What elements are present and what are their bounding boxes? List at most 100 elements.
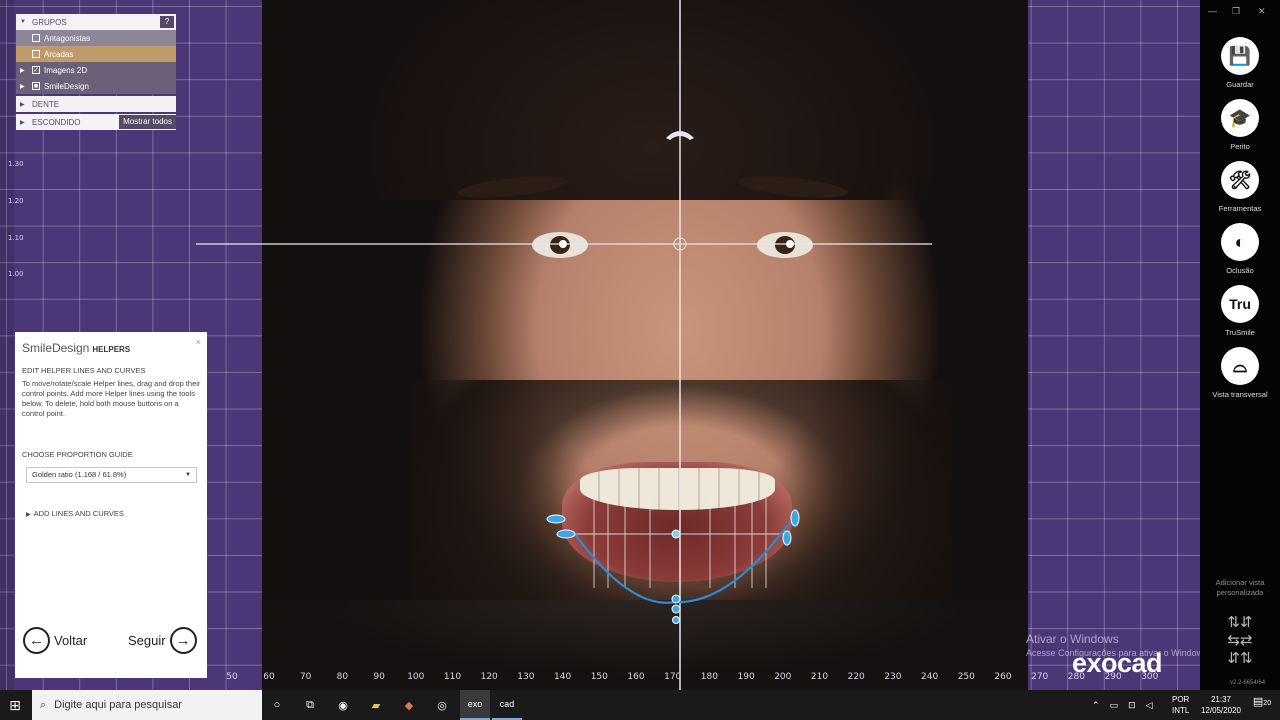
search-placeholder: Digite aqui para pesquisar [54, 699, 182, 711]
windows-taskbar: ⊞ ⌕ Digite aqui para pesquisar ○ ⧉ ◉ ▰ ◆… [0, 690, 1280, 720]
tool-oclusão[interactable]: ◐ Oclusão [1200, 223, 1280, 275]
chrome-icon[interactable]: ◉ [333, 695, 353, 715]
app-icon[interactable]: ◆ [399, 695, 419, 715]
tool-label: Vista transversal [1212, 390, 1268, 399]
ruler-tick-label: 90 [373, 672, 385, 682]
photo-eye-right [757, 232, 813, 258]
expand-arrow-icon: ▶ [20, 101, 25, 108]
pupil-point-right[interactable] [786, 240, 794, 248]
ruler-tick-label: 140 [554, 672, 572, 682]
windows-start-icon[interactable]: ⊞ [0, 690, 30, 720]
notification-icon[interactable]: ▤20 [1250, 695, 1274, 715]
ruler-tick-label: 120 [480, 672, 498, 682]
panel-title-main: SmileDesign [22, 341, 90, 355]
ruler-left: 1.30 1.20 1.10 1.00 [0, 0, 24, 690]
ruler-tick-label: 230 [884, 672, 902, 682]
next-button[interactable]: Seguir → [128, 625, 197, 655]
tree-item-antagonistas[interactable]: Antagonistas [16, 30, 176, 46]
clock-time: 21:37 [1210, 695, 1232, 704]
collapse-arrow-icon: ▼ [20, 19, 26, 25]
volume-icon[interactable]: ◁ [1146, 700, 1153, 711]
app2-icon[interactable]: ◎ [432, 695, 452, 715]
expand-arrow-icon[interactable]: ▶ [20, 83, 28, 90]
dente-header[interactable]: ▶ DENTE [16, 96, 176, 112]
tool-trusmile[interactable]: Tru TruSmile [1200, 285, 1280, 337]
tool-label: Perito [1230, 142, 1250, 151]
file-explorer-icon[interactable]: ▰ [366, 695, 386, 715]
tree-item-label: Antagonistas [44, 33, 91, 43]
show-all-button[interactable]: Mostrar todos [119, 115, 176, 129]
add-lines-label: ADD LINES AND CURVES [33, 509, 124, 518]
ruler-tick-label: 80 [336, 672, 349, 682]
tool-ferramentas[interactable]: 🛠 Ferramentas [1200, 161, 1280, 213]
taskbar-search[interactable]: ⌕ Digite aqui para pesquisar [32, 690, 262, 720]
checkbox-smiledesign[interactable]: ■ [32, 82, 40, 90]
helper-description: To move/rotate/scale Helper lines, drag … [22, 379, 201, 418]
groups-tree-panel: ▼ GRUPOS ? Antagonistas Arcadas ▶ ✓ Imag… [16, 14, 176, 130]
tree-item-arcadas[interactable]: Arcadas [16, 46, 176, 62]
ruler-tick-label: 150 [590, 672, 608, 682]
taskbar-app-exo[interactable]: exo [460, 690, 490, 720]
task-view-icon[interactable]: ⧉ [300, 695, 320, 715]
escondido-label: ESCONDIDO [32, 117, 81, 127]
tree-item-label: Imagens 2D [44, 65, 88, 75]
ruler-tick-label: 60 [263, 672, 275, 682]
ruler-tick-label: 240 [921, 672, 939, 682]
checkbox-arcadas[interactable] [32, 50, 40, 58]
tool-guardar[interactable]: 💾 Guardar [1200, 37, 1280, 89]
arrow-right-icon: → [169, 626, 197, 654]
ruler-tick-label: 160 [627, 672, 645, 682]
back-button[interactable]: ← Voltar [23, 625, 87, 655]
graduation-cap-icon: 🎓 [1221, 99, 1259, 137]
system-tray[interactable]: ⌃ ▭ ⊡ ◁ [1092, 690, 1153, 720]
tool-label: Guardar [1226, 80, 1254, 89]
tool-label: Ferramentas [1218, 204, 1262, 213]
proportion-guide-select[interactable]: Golden ratio (1.168 / 61.8%) ▼ [26, 467, 197, 483]
arrow-left-icon: ← [23, 626, 50, 654]
taskbar-app-cad[interactable]: cad [492, 690, 522, 720]
add-lines-expander[interactable]: ▶ ADD LINES AND CURVES [26, 507, 204, 521]
ruler-tick-label: 100 [407, 672, 425, 682]
chevron-right-icon: ▶ [26, 512, 31, 518]
trusmile-icon: Tru [1221, 285, 1259, 323]
close-icon[interactable]: × [196, 337, 201, 347]
ruler-tick-label: 260 [994, 672, 1012, 682]
tool-label: TruSmile [1225, 328, 1255, 337]
tool-vista-transversal[interactable]: ⌓ Vista transversal [1200, 347, 1280, 399]
language-indicator[interactable]: POR INTL [1172, 694, 1189, 716]
groups-header[interactable]: ▼ GRUPOS ? [16, 14, 176, 30]
cross-section-icon: ⌓ [1221, 347, 1259, 385]
close-window-icon[interactable]: ✕ [1258, 6, 1266, 17]
battery-icon[interactable]: ▭ [1110, 700, 1119, 711]
expand-arrow-icon[interactable]: ▶ [20, 67, 28, 74]
taskbar-clock[interactable]: 21:37 12/05/2020 [1196, 694, 1246, 716]
exocad-logo: exocad [1072, 648, 1163, 678]
clock-date: 12/05/2020 [1200, 706, 1242, 715]
tree-item-label: SmileDesign [44, 81, 89, 91]
ruler-tick-label: 110 [443, 672, 462, 682]
restore-icon[interactable]: ❐ [1232, 6, 1240, 17]
checkbox-imagens-2d[interactable]: ✓ [32, 66, 40, 74]
view-arrows-icon[interactable]: ⇅⇵ ⇆⇄ ⇵⇅ [1218, 614, 1262, 668]
patient-photo[interactable] [262, 0, 1028, 690]
notification-count: 20 [1263, 700, 1272, 707]
ruler-tick-label: 270 [1031, 672, 1049, 682]
tool-perito[interactable]: 🎓 Perito [1200, 99, 1280, 151]
tree-item-smiledesign[interactable]: ▶ ■ SmileDesign [16, 78, 176, 94]
ruler-tick-label: 250 [957, 672, 975, 682]
tray-chevron-icon[interactable]: ⌃ [1092, 700, 1100, 711]
cortana-icon[interactable]: ○ [267, 695, 287, 715]
ruler-tick-label: 180 [700, 672, 718, 682]
lang-line1: POR [1172, 695, 1190, 704]
checkbox-antagonistas[interactable] [32, 34, 40, 42]
add-custom-view[interactable]: Adicionar vista personalizada [1200, 578, 1280, 598]
chevron-down-icon: ▼ [185, 472, 191, 478]
network-icon[interactable]: ⊡ [1128, 700, 1136, 711]
tree-item-imagens-2d[interactable]: ▶ ✓ Imagens 2D [16, 62, 176, 78]
pupil-point-left[interactable] [559, 240, 567, 248]
proportion-guide-label: CHOOSE PROPORTION GUIDE [22, 450, 133, 459]
ruler-tick-label: 70 [299, 672, 312, 682]
help-button[interactable]: ? [160, 16, 174, 28]
minimize-icon[interactable]: — [1208, 6, 1217, 16]
escondido-header[interactable]: ▶ ESCONDIDO Mostrar todos [16, 114, 176, 130]
